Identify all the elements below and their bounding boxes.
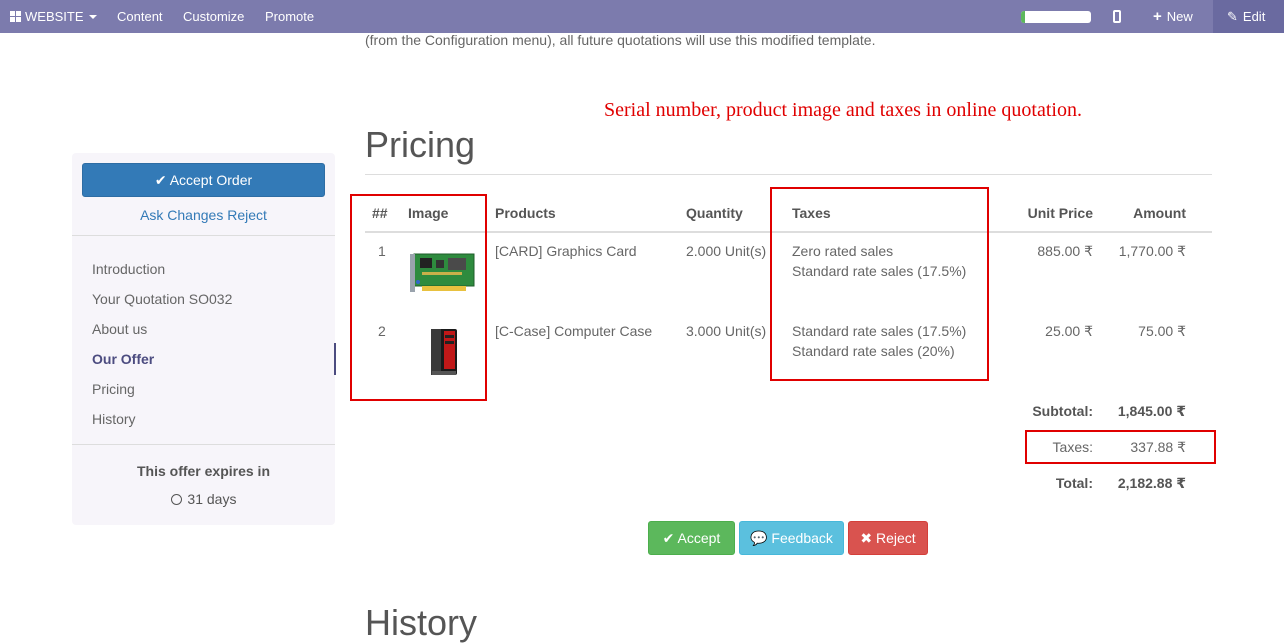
row-1-quantity: 2.000 Unit(s) xyxy=(686,243,767,259)
accept-button[interactable]: ✔ Accept xyxy=(648,521,735,555)
seo-progress-bar[interactable] xyxy=(1021,11,1091,23)
clock-icon xyxy=(170,494,182,505)
check-icon: ✔ xyxy=(154,172,167,188)
row-1-unit-price: 885.00 ₹ xyxy=(1037,243,1093,259)
promote-menu[interactable]: Promote xyxy=(265,0,314,33)
row-2-quantity: 3.000 Unit(s) xyxy=(686,323,767,339)
website-menu[interactable]: WEBSITE xyxy=(10,0,97,33)
mobile-icon xyxy=(1113,10,1121,23)
total-label: Total: xyxy=(1055,475,1093,491)
col-header-unit-price: Unit Price xyxy=(1027,205,1093,221)
highlight-box-total-taxes xyxy=(1025,430,1216,464)
row-1-product[interactable]: [CARD] Graphics Card xyxy=(495,243,637,259)
nav-item-introduction[interactable]: Introduction xyxy=(92,259,335,289)
active-nav-indicator xyxy=(334,343,336,375)
heading-divider xyxy=(365,174,1212,175)
row-2-amount: 75.00 ₹ xyxy=(1138,323,1186,339)
plus-icon: + xyxy=(1153,8,1162,25)
pricing-heading: Pricing xyxy=(365,124,476,165)
comment-icon: 💬 xyxy=(750,530,768,546)
reject-button[interactable]: ✖ Reject xyxy=(848,521,928,555)
annotation-text: Serial number, product image and taxes i… xyxy=(604,99,1082,121)
history-heading: History xyxy=(365,602,478,643)
col-header-products: Products xyxy=(495,205,556,221)
new-button[interactable]: + New xyxy=(1153,0,1193,33)
subtotal-value: 1,845.00 ₹ xyxy=(1117,403,1186,419)
nav-item-pricing[interactable]: Pricing xyxy=(92,379,335,409)
expires-days-value: 31 days xyxy=(187,491,237,507)
website-topbar: WEBSITE Content Customize Promote + New ✎… xyxy=(0,0,1284,33)
mobile-preview-button[interactable] xyxy=(1113,0,1121,33)
accept-button-label: Accept xyxy=(677,530,721,546)
feedback-button[interactable]: 💬 Feedback xyxy=(739,521,844,555)
nav-item-about-us[interactable]: About us xyxy=(92,319,335,349)
ask-changes-link[interactable]: Ask Changes xyxy=(140,207,223,223)
content-menu[interactable]: Content xyxy=(117,0,163,33)
divider xyxy=(72,444,335,445)
grid-icon xyxy=(10,11,21,22)
feedback-button-label: Feedback xyxy=(771,530,833,546)
check-icon: ✔ xyxy=(662,530,675,546)
accept-order-button[interactable]: ✔ Accept Order xyxy=(82,163,325,197)
reject-button-label: Reject xyxy=(875,530,916,546)
customize-menu[interactable]: Customize xyxy=(183,0,244,33)
highlight-box-serial-image xyxy=(350,194,487,401)
divider xyxy=(72,235,335,236)
nav-item-history[interactable]: History xyxy=(92,409,335,439)
highlight-box-taxes xyxy=(770,187,989,381)
edit-button-label: Edit xyxy=(1242,9,1266,24)
row-1-amount: 1,770.00 ₹ xyxy=(1118,243,1186,259)
row-2-product[interactable]: [C-Case] Computer Case xyxy=(495,323,652,339)
col-header-amount: Amount xyxy=(1133,205,1186,221)
total-value: 2,182.88 ₹ xyxy=(1117,475,1186,491)
edit-button[interactable]: ✎ Edit xyxy=(1213,0,1284,33)
offer-expires-days: 31 days xyxy=(72,491,335,507)
sidebar-nav: Introduction Your Quotation SO032 About … xyxy=(92,259,335,439)
caret-down-icon xyxy=(88,15,97,19)
nav-item-our-offer[interactable]: Our Offer xyxy=(92,349,335,379)
nav-item-your-quotation[interactable]: Your Quotation SO032 xyxy=(92,289,335,319)
offer-expires-title: This offer expires in xyxy=(136,463,271,479)
quotation-sidebar: ✔ Accept Order Ask Changes Reject Introd… xyxy=(72,153,336,525)
col-header-quantity: Quantity xyxy=(686,205,743,221)
new-button-label: New xyxy=(1166,9,1193,24)
website-menu-label: WEBSITE xyxy=(25,9,84,24)
close-icon: ✖ xyxy=(860,530,873,546)
sidebar-links: Ask Changes Reject xyxy=(72,207,335,223)
subtotal-label: Subtotal: xyxy=(1032,403,1093,419)
row-2-unit-price: 25.00 ₹ xyxy=(1045,323,1093,339)
pencil-icon: ✎ xyxy=(1227,9,1238,24)
reject-link[interactable]: Reject xyxy=(227,207,267,223)
intro-text: (from the Configuration menu), all futur… xyxy=(365,32,876,48)
accept-order-label: Accept Order xyxy=(169,172,253,188)
